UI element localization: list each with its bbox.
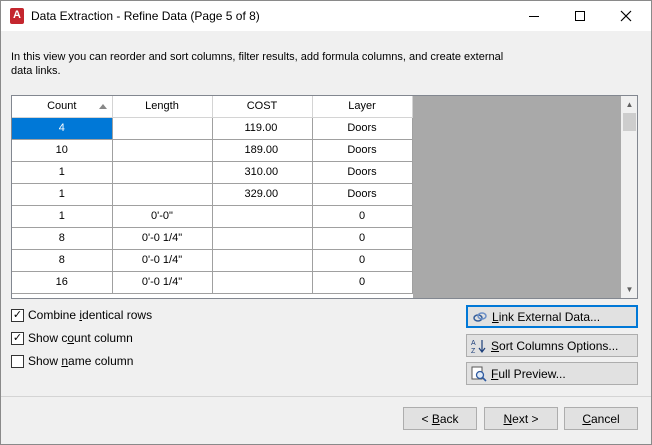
table-cell[interactable] (212, 271, 313, 294)
checkmark-icon[interactable]: ✓ (11, 331, 24, 345)
table-row[interactable]: 10 189.00 Doors (12, 139, 413, 162)
table-row[interactable]: 4 119.00 Doors (12, 117, 413, 140)
scroll-down-icon[interactable]: ▼ (621, 281, 637, 298)
table-cell[interactable] (112, 139, 213, 162)
show-count-column-checkbox[interactable]: ✓ Show count column (11, 331, 133, 345)
table-cell[interactable]: 8 (12, 249, 113, 272)
svg-text:A: A (471, 340, 476, 347)
column-header-label: COST (246, 100, 278, 113)
table-cell[interactable]: 310.00 (212, 161, 313, 184)
minimize-button[interactable] (511, 1, 557, 31)
cancel-button[interactable]: Cancel (564, 407, 638, 430)
column-header-count[interactable]: Count (12, 96, 113, 118)
combine-identical-rows-checkbox[interactable]: ✓ Combine identical rows (11, 308, 152, 322)
table-row[interactable]: 1 0'-0" 0 (12, 205, 413, 228)
autocad-app-icon: A (10, 8, 24, 24)
scroll-up-icon[interactable]: ▲ (621, 96, 637, 113)
table-cell[interactable]: 0'-0 1/4" (112, 271, 213, 294)
table-cell[interactable]: 16 (12, 271, 113, 294)
table-cell[interactable]: 329.00 (212, 183, 313, 206)
button-label: Cancel (582, 411, 620, 426)
table-row[interactable]: 8 0'-0 1/4" 0 (12, 249, 413, 272)
grid-empty-area (413, 96, 621, 298)
checkbox-label: Show name column (28, 354, 134, 368)
table-cell[interactable]: 1 (12, 183, 113, 206)
table-cell[interactable]: 0 (312, 271, 413, 294)
table-cell[interactable] (212, 227, 313, 250)
checkbox-label: Combine identical rows (28, 308, 153, 322)
table-cell[interactable] (212, 205, 313, 228)
sort-ascending-icon (98, 104, 107, 109)
table-row[interactable]: 1 329.00 Doors (12, 183, 413, 206)
footer-divider (1, 396, 651, 397)
column-header-label: Layer (348, 100, 376, 113)
close-button[interactable] (603, 1, 649, 31)
column-header-label: Count (47, 100, 77, 113)
column-header-cost[interactable]: COST (212, 96, 313, 118)
vertical-scrollbar[interactable]: ▲ ▼ (621, 96, 637, 298)
button-label: < Back (421, 411, 459, 426)
svg-text:Z: Z (471, 348, 476, 354)
preview-magnifier-icon (471, 366, 487, 382)
table-cell[interactable]: 4 (12, 117, 113, 140)
table-cell[interactable] (112, 183, 213, 206)
table-cell[interactable]: Doors (312, 139, 413, 162)
table-cell[interactable]: 0 (312, 227, 413, 250)
maximize-button[interactable] (557, 1, 603, 31)
table-cell[interactable] (212, 249, 313, 272)
table-cell[interactable]: 119.00 (212, 117, 313, 140)
data-table[interactable]: Count Length COST Layer 4 119.00 Doors 1… (12, 96, 413, 294)
sort-az-icon: AZ (471, 338, 487, 354)
table-cell[interactable]: 8 (12, 227, 113, 250)
table-row[interactable]: 8 0'-0 1/4" 0 (12, 227, 413, 250)
data-grid[interactable]: Count Length COST Layer 4 119.00 Doors 1… (11, 95, 638, 299)
table-cell[interactable]: 0'-0 1/4" (112, 227, 213, 250)
table-cell[interactable]: 1 (12, 161, 113, 184)
full-preview-button[interactable]: Full Preview... (466, 362, 638, 385)
table-cell[interactable]: 0 (312, 205, 413, 228)
column-header-layer[interactable]: Layer (312, 96, 413, 118)
unchecked-box-icon[interactable] (11, 354, 24, 368)
table-cell[interactable]: 1 (12, 205, 113, 228)
table-cell[interactable]: Doors (312, 161, 413, 184)
table-cell[interactable]: 189.00 (212, 139, 313, 162)
link-icon (472, 309, 488, 325)
sort-columns-options-button[interactable]: AZ Sort Columns Options... (466, 334, 638, 357)
back-button[interactable]: < Back (403, 407, 477, 430)
column-header-length[interactable]: Length (112, 96, 213, 118)
minimize-icon (529, 15, 539, 17)
button-label: Full Preview... (491, 366, 566, 381)
dialog-window: A Data Extraction - Refine Data (Page 5 … (0, 0, 652, 445)
table-cell[interactable]: Doors (312, 117, 413, 140)
table-cell[interactable]: 0 (312, 249, 413, 272)
table-row[interactable]: 16 0'-0 1/4" 0 (12, 271, 413, 294)
button-label: Sort Columns Options... (491, 338, 619, 353)
show-name-column-checkbox[interactable]: Show name column (11, 354, 133, 368)
next-button[interactable]: Next > (484, 407, 558, 430)
intro-text: In this view you can reorder and sort co… (11, 51, 504, 77)
maximize-icon (575, 11, 585, 21)
table-cell[interactable] (112, 161, 213, 184)
checkmark-icon[interactable]: ✓ (11, 308, 24, 322)
button-label: Next > (503, 411, 539, 426)
close-icon (620, 10, 632, 22)
table-cell[interactable]: 0'-0 1/4" (112, 249, 213, 272)
table-cell[interactable]: Doors (312, 183, 413, 206)
title-bar: A Data Extraction - Refine Data (Page 5 … (1, 1, 651, 31)
link-external-data-button[interactable]: Link External Data... (466, 305, 638, 328)
header-row: Count Length COST Layer (12, 96, 413, 118)
table-row[interactable]: 1 310.00 Doors (12, 161, 413, 184)
checkbox-label: Show count column (28, 331, 133, 345)
table-cell[interactable]: 10 (12, 139, 113, 162)
table-cell[interactable]: 0'-0" (112, 205, 213, 228)
column-header-label: Length (145, 100, 179, 113)
button-label: Link External Data... (492, 309, 601, 324)
window-title: Data Extraction - Refine Data (Page 5 of… (31, 9, 260, 23)
scroll-thumb[interactable] (623, 113, 636, 131)
table-cell[interactable] (112, 117, 213, 140)
